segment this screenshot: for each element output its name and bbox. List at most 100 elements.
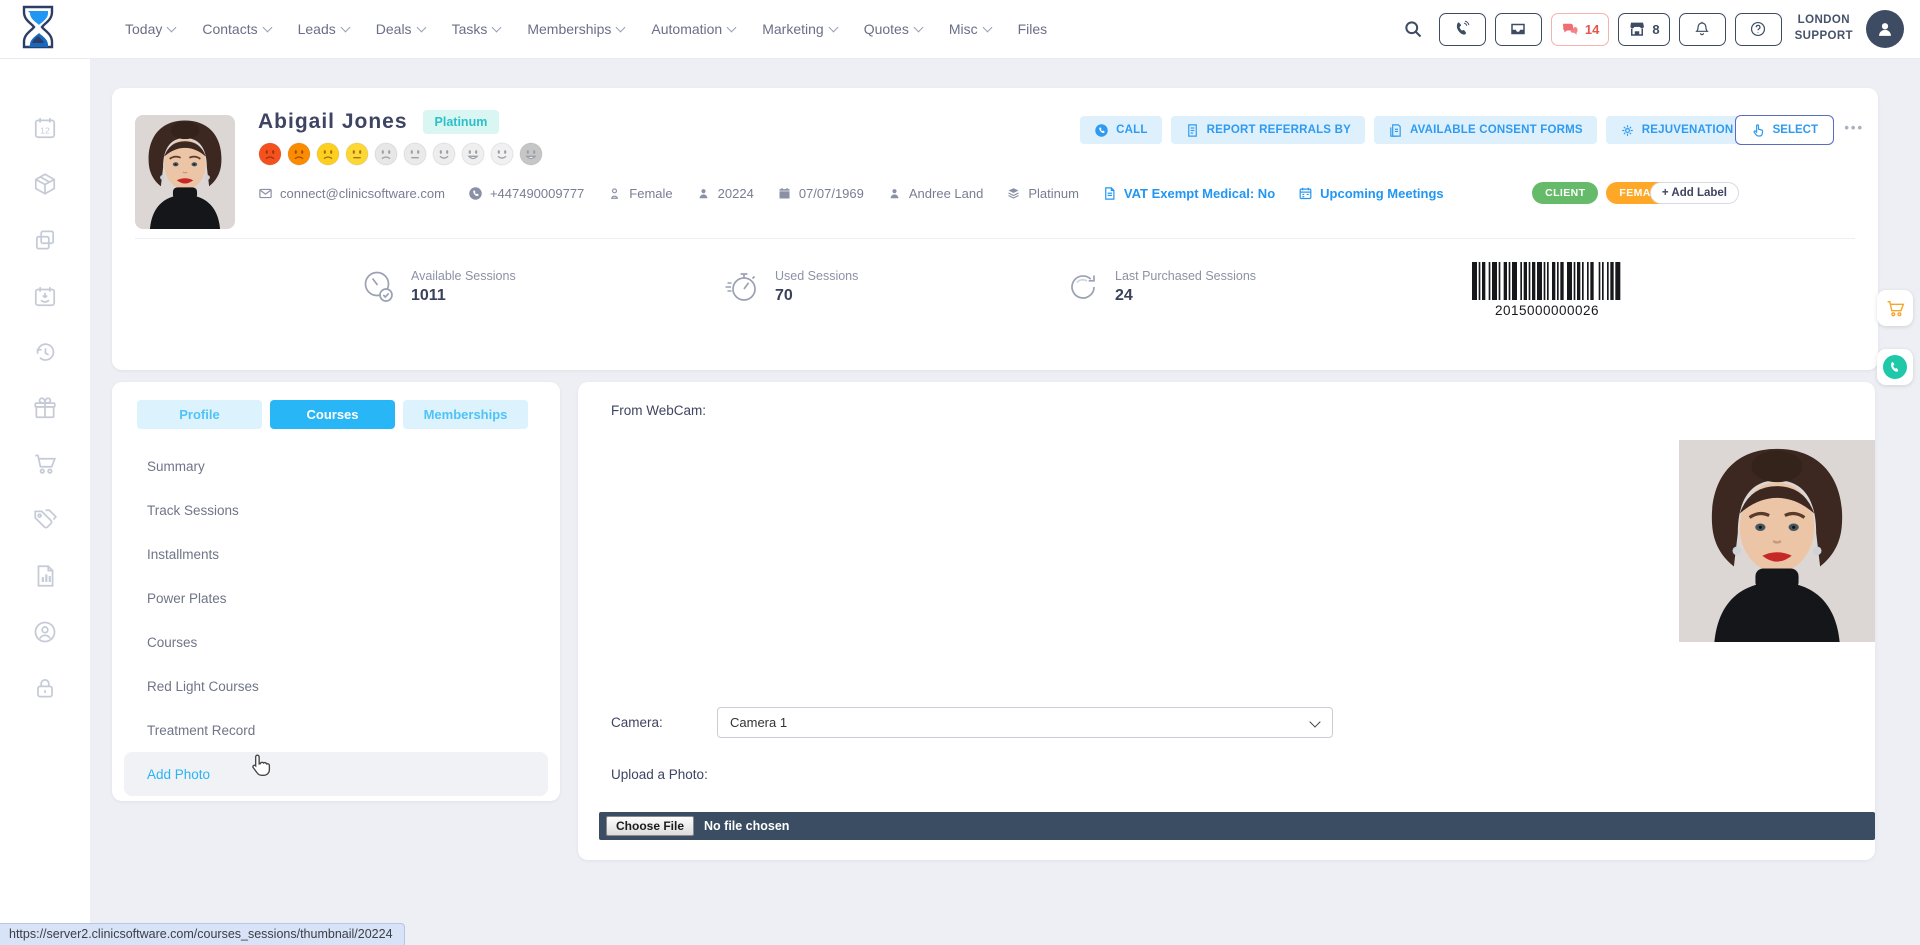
client-info-row: connect@clinicsoftware.com +447490009777… xyxy=(258,180,1444,206)
client-actions: CALL REPORT REFERRALS BY AVAILABLE CONSE… xyxy=(1080,116,1834,144)
client-photo[interactable] xyxy=(135,115,235,229)
action-button[interactable]: REPORT REFERRALS BY xyxy=(1171,116,1365,144)
mood-face-icon[interactable] xyxy=(432,142,456,166)
sidebar-icon[interactable]: 12 xyxy=(32,115,58,141)
call-float-button[interactable] xyxy=(1877,349,1913,385)
choose-file-button[interactable]: Choose File xyxy=(606,816,694,836)
menu-item[interactable]: Courses xyxy=(124,620,548,664)
copy-icon xyxy=(32,227,58,253)
nav-item[interactable]: Tasks xyxy=(452,21,501,37)
rejuvenation-icon xyxy=(1620,123,1635,138)
client-name: Abigail Jones xyxy=(258,110,408,134)
sessions-purchased-icon xyxy=(1064,268,1102,306)
chevron-down-icon xyxy=(616,23,626,33)
sidebar-icon[interactable] xyxy=(32,451,58,477)
mood-face-icon[interactable] xyxy=(461,142,485,166)
help-icon xyxy=(1749,20,1767,38)
help-button[interactable] xyxy=(1735,13,1782,46)
report-icon xyxy=(1185,123,1200,138)
menu-item[interactable]: Power Plates xyxy=(124,576,548,620)
notifications-button[interactable] xyxy=(1679,13,1726,46)
sidebar-icon[interactable] xyxy=(32,507,58,533)
client-info-item: Andree Land xyxy=(887,186,983,201)
barcode-bars xyxy=(1472,262,1622,300)
mood-face-icon[interactable] xyxy=(316,142,340,166)
nav-item[interactable]: Misc xyxy=(949,21,991,37)
tags-icon xyxy=(32,507,58,533)
action-button[interactable]: CALL xyxy=(1080,116,1161,144)
menu-item[interactable]: Red Light Courses xyxy=(124,664,548,708)
sidebar-icon[interactable] xyxy=(32,227,58,253)
sidebar-icon[interactable] xyxy=(32,675,58,701)
messages-count-badge: 14 xyxy=(1585,22,1599,37)
sidebar-icon[interactable] xyxy=(32,171,58,197)
user-avatar[interactable] xyxy=(1866,10,1904,48)
nav-item[interactable]: Memberships xyxy=(527,21,624,37)
chevron-down-icon xyxy=(913,23,923,33)
mail-icon xyxy=(258,186,273,201)
menu-item[interactable]: Track Sessions xyxy=(124,488,548,532)
nav-item[interactable]: Deals xyxy=(376,21,425,37)
nav-item[interactable]: Contacts xyxy=(202,21,270,37)
tier-badge: Platinum xyxy=(423,110,500,134)
inbox-button[interactable] xyxy=(1495,13,1542,46)
sidebar-icon[interactable] xyxy=(32,563,58,589)
more-actions-button[interactable]: ••• xyxy=(1844,120,1864,135)
sidebar-icon[interactable] xyxy=(32,283,58,309)
camera-select[interactable]: Camera 1 xyxy=(718,708,1332,737)
stat-available-sessions: Available Sessions 1011 xyxy=(360,268,516,306)
chevron-down-icon xyxy=(727,23,737,33)
user-circle-icon xyxy=(32,619,58,645)
mood-face-icon[interactable] xyxy=(519,142,543,166)
add-label-button[interactable]: + Add Label xyxy=(1650,182,1739,204)
mood-face-icon[interactable] xyxy=(287,142,311,166)
calendar-import-icon xyxy=(32,283,58,309)
dialer-button[interactable] xyxy=(1439,13,1486,46)
sidebar-icon[interactable] xyxy=(32,395,58,421)
nav-item[interactable]: Today xyxy=(125,21,175,37)
sidebar-icon[interactable] xyxy=(32,339,58,365)
tab[interactable]: Courses xyxy=(270,400,395,429)
no-file-chosen-text: No file chosen xyxy=(704,819,789,833)
chevron-down-icon xyxy=(340,23,350,33)
tab[interactable]: Profile xyxy=(137,400,262,429)
webcam-preview-image xyxy=(1679,440,1875,642)
nav-item[interactable]: Quotes xyxy=(864,21,922,37)
menu-item[interactable]: Summary xyxy=(124,444,548,488)
sidebar-icon[interactable] xyxy=(32,619,58,645)
select-button[interactable]: SELECT xyxy=(1735,115,1834,145)
messages-button[interactable]: 14 xyxy=(1551,13,1609,46)
mood-face-icon[interactable] xyxy=(345,142,369,166)
cart-icon xyxy=(32,451,58,477)
camera-label: Camera: xyxy=(611,715,663,730)
client-info-item: VAT Exempt Medical: No xyxy=(1102,186,1275,201)
action-button[interactable]: AVAILABLE CONSENT FORMS xyxy=(1374,116,1597,144)
mood-face-icon[interactable] xyxy=(490,142,514,166)
chevron-down-icon xyxy=(262,23,272,33)
client-info-item: +447490009777 xyxy=(468,186,584,201)
client-info-item: Upcoming Meetings xyxy=(1298,186,1444,201)
mood-face-icon[interactable] xyxy=(258,142,282,166)
nav-item[interactable]: Leads xyxy=(298,21,349,37)
chevron-down-icon xyxy=(416,23,426,33)
nav-item[interactable]: Files xyxy=(1018,21,1048,37)
tab[interactable]: Memberships xyxy=(403,400,528,429)
mood-face-icon[interactable] xyxy=(374,142,398,166)
select-icon xyxy=(1751,123,1766,138)
call-icon xyxy=(1094,123,1109,138)
orders-count-badge: 8 xyxy=(1652,22,1659,37)
nav-item[interactable]: Marketing xyxy=(762,21,836,37)
status-bar-url: https://server2.clinicsoftware.com/cours… xyxy=(0,923,405,945)
client-info-item: Platinum xyxy=(1006,186,1079,201)
menu-item[interactable]: Treatment Record xyxy=(124,708,548,752)
nav-item[interactable]: Automation xyxy=(651,21,735,37)
clinicsoftware-logo[interactable] xyxy=(19,5,57,53)
orders-button[interactable]: 8 xyxy=(1618,13,1669,46)
cart-float-button[interactable] xyxy=(1877,290,1913,326)
mood-face-icon[interactable] xyxy=(403,142,427,166)
search-icon[interactable] xyxy=(1398,14,1428,44)
menu-item[interactable]: Add Photo xyxy=(124,752,548,796)
mood-scale xyxy=(258,142,543,166)
client-header-card: Abigail Jones Platinum xyxy=(112,88,1878,370)
menu-item[interactable]: Installments xyxy=(124,532,548,576)
